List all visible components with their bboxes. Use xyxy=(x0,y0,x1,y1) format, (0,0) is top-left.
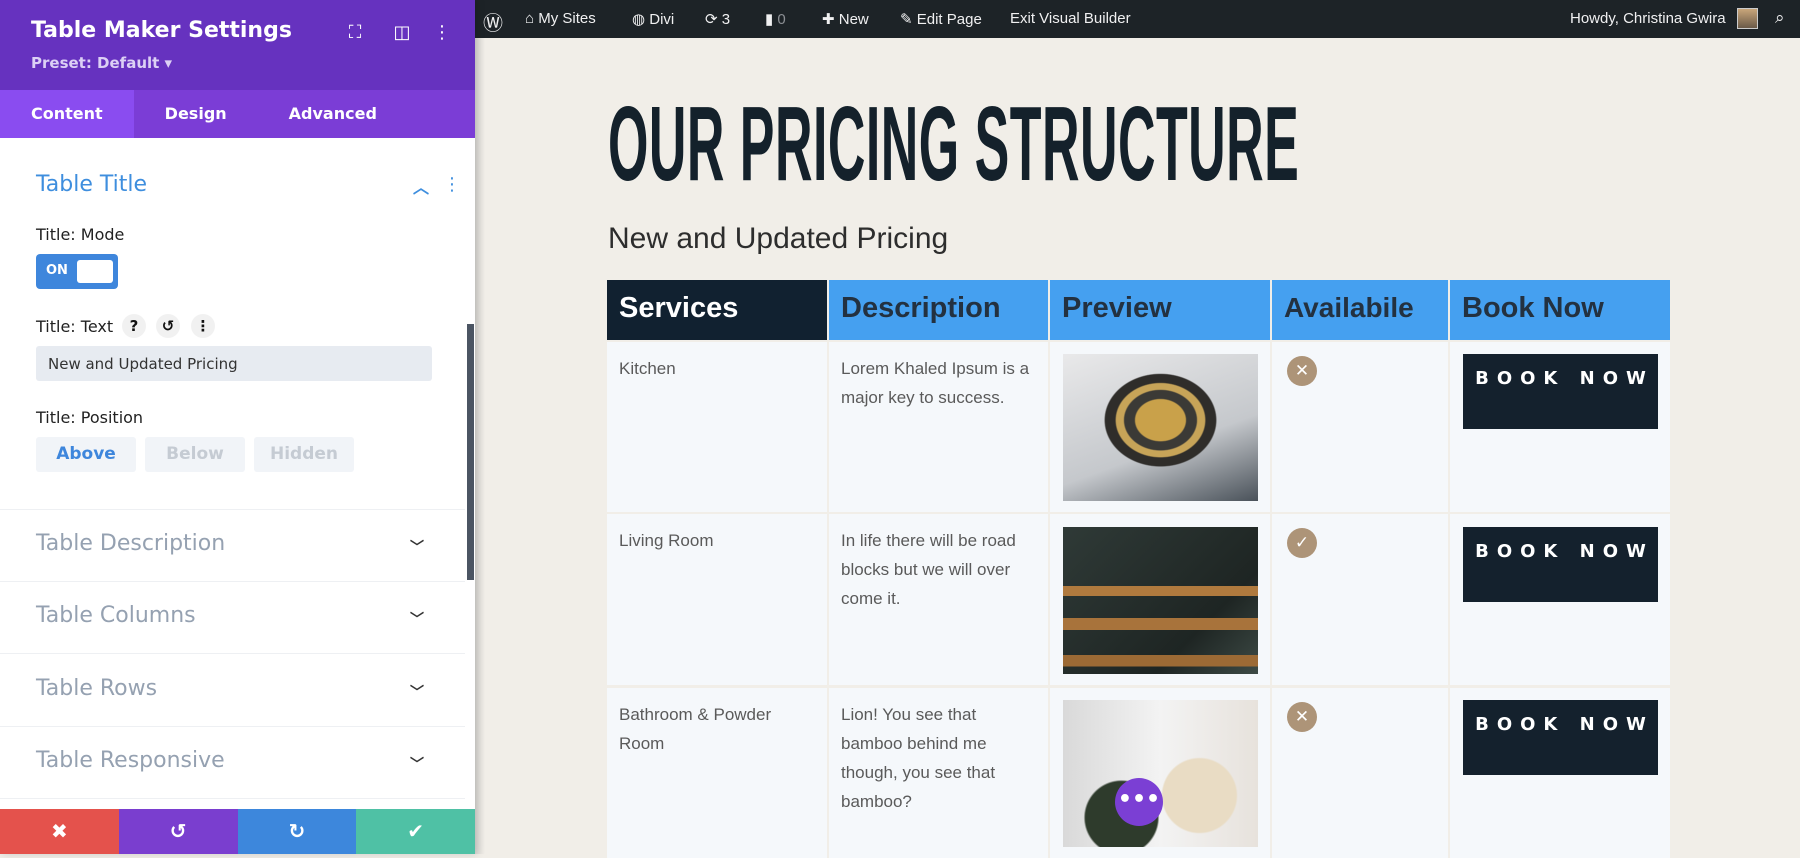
table-title: New and Updated Pricing xyxy=(608,222,949,255)
panel-shadow xyxy=(475,38,485,854)
title-mode-toggle[interactable]: ON xyxy=(36,254,118,289)
divider xyxy=(0,798,465,799)
panel-actions: ✖ ↺ ↻ ✔ xyxy=(0,809,475,854)
pencil-icon: ✎ xyxy=(900,11,917,28)
table-cell-description: Lion! You see that bamboo behind me thou… xyxy=(829,688,1048,858)
shelves-image xyxy=(1063,527,1258,674)
available-check-icon: ✓ xyxy=(1287,528,1317,558)
edit-page-link[interactable]: ✎ Edit Page xyxy=(900,10,982,28)
new-label: New xyxy=(838,11,869,28)
table-cell-service: Living Room xyxy=(607,514,827,685)
search-icon[interactable]: ⌕ xyxy=(1775,8,1785,28)
updates-link[interactable]: ⟳ 3 xyxy=(705,10,730,28)
panel-tabs: Content Design Advanced xyxy=(0,90,475,138)
redo-button[interactable]: ↻ xyxy=(237,809,357,854)
position-hidden-button[interactable]: Hidden xyxy=(254,437,354,472)
book-now-button[interactable]: BOOK NOW xyxy=(1463,527,1658,602)
field-menu-icon[interactable]: ⋮ xyxy=(191,314,215,338)
user-greeting[interactable]: Howdy, Christina Gwira xyxy=(1570,10,1726,27)
help-icon[interactable]: ? xyxy=(122,314,146,338)
my-sites-link[interactable]: ⌂ My Sites xyxy=(525,10,596,27)
exit-visual-builder-link[interactable]: Exit Visual Builder xyxy=(1010,10,1131,27)
column-header-available: Availabile xyxy=(1272,280,1448,340)
focus-icon[interactable]: ⛶ xyxy=(343,22,367,43)
wordpress-icon[interactable]: Ⓦ xyxy=(483,7,503,36)
title-mode-label: Title: Mode xyxy=(36,225,125,244)
title-text-input[interactable] xyxy=(36,346,432,381)
tab-design[interactable]: Design xyxy=(134,90,258,138)
panel-header: Table Maker Settings Preset: Default ▾ ⛶… xyxy=(0,0,475,90)
divider xyxy=(0,509,465,510)
living-decor-image xyxy=(1063,700,1258,847)
edit-page-label: Edit Page xyxy=(916,11,982,28)
section-table-columns[interactable]: Table Columns xyxy=(36,603,196,628)
table-cell-description: Lorem Khaled Ipsum is a major key to suc… xyxy=(829,342,1048,512)
column-header-description: Description xyxy=(829,280,1048,340)
dashboard-icon: ◍ xyxy=(632,11,650,28)
title-text-label: Title: Text xyxy=(36,317,114,336)
chevron-down-icon[interactable]: ﹀ xyxy=(410,609,424,629)
table-cell-service: Bathroom & Powder Room xyxy=(607,688,827,858)
updates-icon: ⟳ xyxy=(705,11,722,28)
avatar[interactable] xyxy=(1737,8,1758,29)
tab-content[interactable]: Content xyxy=(0,90,134,138)
comment-icon: ▮ xyxy=(765,11,778,28)
updates-count: 3 xyxy=(721,11,731,28)
discard-button[interactable]: ✖ xyxy=(0,809,119,854)
chevron-down-icon[interactable]: ﹀ xyxy=(410,537,424,557)
divider xyxy=(0,653,465,654)
layout-icon[interactable]: ◫ xyxy=(390,22,414,43)
more-options-icon[interactable]: ⋮ xyxy=(430,22,454,43)
unavailable-x-icon: ✕ xyxy=(1287,702,1317,732)
my-sites-label: My Sites xyxy=(538,10,596,27)
position-below-button[interactable]: Below xyxy=(145,437,245,472)
plus-icon: ✚ xyxy=(822,11,839,28)
column-header-preview: Preview xyxy=(1050,280,1270,340)
divi-link[interactable]: ◍ Divi xyxy=(632,10,674,28)
title-position-label: Title: Position xyxy=(36,408,144,427)
builder-options-button[interactable]: ••• xyxy=(1115,778,1163,826)
toggle-label: ON xyxy=(46,263,68,278)
divi-label: Divi xyxy=(649,11,675,28)
chevron-down-icon[interactable]: ﹀ xyxy=(410,754,424,774)
scrollbar[interactable] xyxy=(467,324,474,580)
section-menu-icon[interactable]: ⋮ xyxy=(443,174,461,195)
preset-dropdown[interactable]: Preset: Default ▾ xyxy=(31,54,172,72)
save-button[interactable]: ✔ xyxy=(356,809,475,854)
panel-title: Table Maker Settings xyxy=(31,18,292,43)
admin-bar: Ⓦ ⌂ My Sites ◍ Divi ⟳ 3 ▮ 0 ✚ New ✎ Edit… xyxy=(475,0,1800,38)
undo-button[interactable]: ↺ xyxy=(118,809,238,854)
divider xyxy=(0,726,465,727)
section-table-rows[interactable]: Table Rows xyxy=(36,676,157,701)
chandelier-image xyxy=(1063,354,1258,501)
book-now-button[interactable]: BOOK NOW xyxy=(1463,700,1658,775)
sites-icon: ⌂ xyxy=(525,10,539,27)
book-now-button[interactable]: BOOK NOW xyxy=(1463,354,1658,429)
page-heading: OUR PRICING STRUCTURE xyxy=(608,85,1300,203)
unavailable-x-icon: ✕ xyxy=(1287,356,1317,386)
tab-advanced[interactable]: Advanced xyxy=(258,90,408,138)
settings-panel: Table Maker Settings Preset: Default ▾ ⛶… xyxy=(0,0,475,854)
section-table-title[interactable]: Table Title xyxy=(36,172,147,197)
column-header-services: Services xyxy=(607,280,827,340)
reset-icon[interactable]: ↺ xyxy=(156,314,180,338)
section-table-description[interactable]: Table Description xyxy=(36,531,225,556)
comments-link[interactable]: ▮ 0 xyxy=(765,10,786,28)
chevron-down-icon[interactable]: ﹀ xyxy=(410,682,424,702)
chevron-up-icon[interactable]: ︿ xyxy=(413,174,429,198)
table-cell-service: Kitchen xyxy=(607,342,827,512)
comments-count: 0 xyxy=(777,11,786,28)
new-link[interactable]: ✚ New xyxy=(822,10,869,28)
divider xyxy=(0,581,465,582)
table-cell-description: In life there will be road blocks but we… xyxy=(829,514,1048,685)
section-table-responsive[interactable]: Table Responsive xyxy=(36,748,225,773)
position-above-button[interactable]: Above xyxy=(36,437,136,472)
column-header-book-now: Book Now xyxy=(1450,280,1670,340)
